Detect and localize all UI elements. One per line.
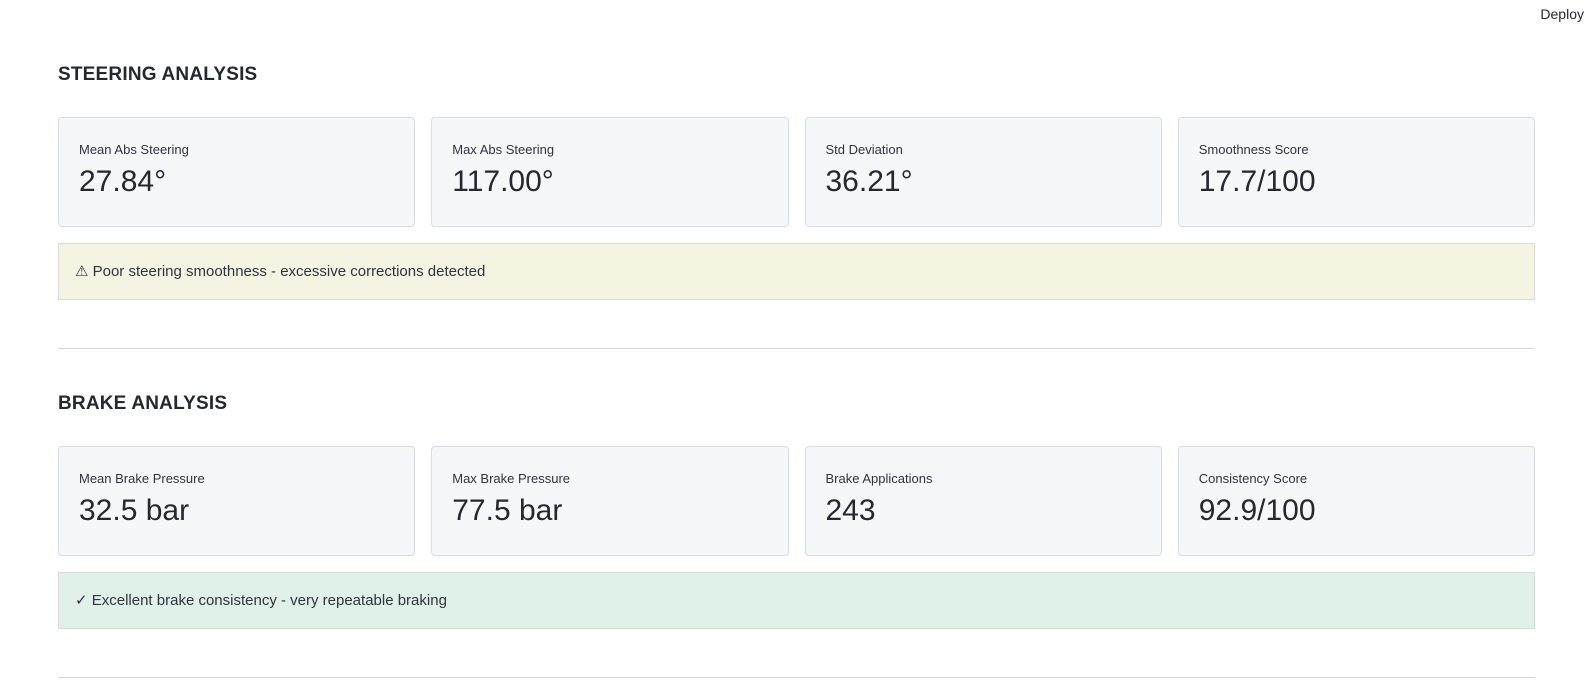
metric-label: Max Brake Pressure (452, 471, 571, 486)
top-bar: Deploy (0, 0, 1586, 32)
metric-label: Max Abs Steering (452, 142, 555, 157)
metric-label: Brake Applications (825, 471, 933, 486)
metric-card-mean-brake-pressure: Mean Brake Pressure 32.5 bar (58, 446, 416, 556)
steering-warning-alert: ⚠ Poor steering smoothness - excessive c… (58, 243, 1535, 300)
metric-value: 92.9/100 (1198, 494, 1316, 527)
metric-label: Consistency Score (1198, 471, 1308, 486)
brake-metrics: Mean Brake Pressure 32.5 bar Max Brake P… (58, 446, 1535, 556)
deploy-button[interactable]: Deploy (1540, 6, 1584, 22)
metric-card-smoothness-score: Smoothness Score 17.7/100 (1177, 117, 1535, 227)
metric-label: Mean Brake Pressure (79, 471, 205, 486)
metric-value: 77.5 bar (452, 494, 563, 527)
metric-value: 243 (825, 494, 876, 527)
metric-value: 32.5 bar (79, 494, 190, 527)
brake-success-alert: ✓ Excellent brake consistency - very rep… (58, 572, 1535, 629)
metric-value: 27.84° (79, 165, 167, 198)
section-divider (58, 348, 1535, 349)
metric-card-max-brake-pressure: Max Brake Pressure 77.5 bar (431, 446, 789, 556)
metric-value: 17.7/100 (1198, 165, 1316, 198)
metric-card-mean-abs-steering: Mean Abs Steering 27.84° (58, 117, 416, 227)
metric-card-brake-applications: Brake Applications 243 (804, 446, 1162, 556)
metric-value: 117.00° (452, 165, 554, 198)
metric-card-std-deviation: Std Deviation 36.21° (804, 117, 1162, 227)
metric-label: Smoothness Score (1198, 142, 1309, 157)
metric-label: Mean Abs Steering (79, 142, 189, 157)
metric-card-consistency-score: Consistency Score 92.9/100 (1177, 446, 1535, 556)
steering-section-title: STEERING ANALYSIS (58, 64, 258, 85)
steering-metrics: Mean Abs Steering 27.84° Max Abs Steerin… (58, 117, 1535, 227)
brake-section-title: BRAKE ANALYSIS (58, 393, 228, 414)
section-divider (58, 677, 1535, 678)
metric-label: Std Deviation (825, 142, 903, 157)
metric-card-max-abs-steering: Max Abs Steering 117.00° (431, 117, 789, 227)
metric-value: 36.21° (825, 165, 913, 198)
